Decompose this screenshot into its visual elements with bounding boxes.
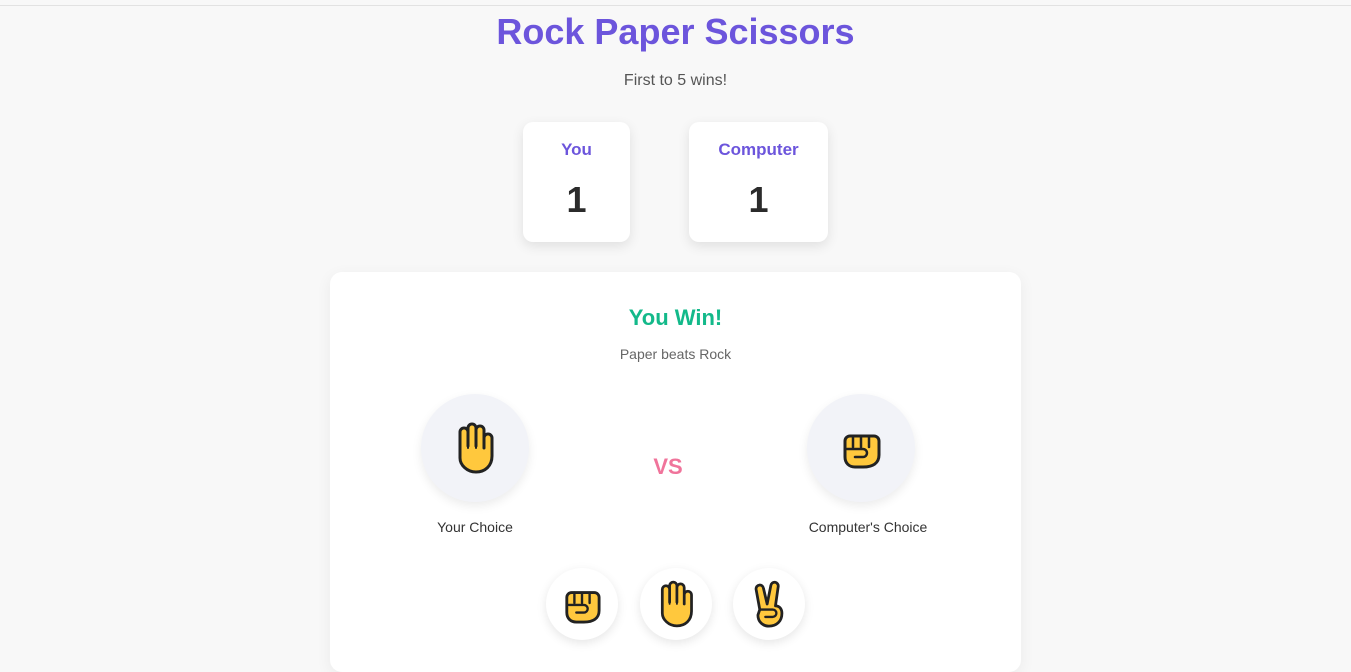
computer-score-value: 1 (748, 179, 769, 220)
top-divider (0, 5, 1351, 6)
vs-label: VS (653, 454, 683, 479)
raised-fist-icon (563, 584, 601, 624)
page-title: Rock Paper Scissors (496, 11, 855, 52)
paper-button[interactable] (640, 568, 712, 640)
player-choice-label: Your Choice (437, 519, 513, 535)
player-score-card: You 1 (523, 122, 630, 242)
game-panel: You Win! Paper beats Rock VS Your Choice… (330, 272, 1021, 672)
round-result: You Win! (628, 305, 723, 330)
computer-score-card: Computer 1 (689, 122, 828, 242)
computer-choice-label: Computer's Choice (808, 519, 928, 535)
round-result-detail: Paper beats Rock (619, 346, 732, 362)
victory-hand-icon (751, 580, 787, 628)
computer-choice-display (807, 394, 915, 502)
raised-hand-icon (655, 580, 697, 628)
player-score-value: 1 (566, 179, 587, 220)
player-choice-display (421, 394, 529, 502)
scissors-button[interactable] (733, 568, 805, 640)
rock-button[interactable] (546, 568, 618, 640)
player-score-label: You (561, 140, 592, 159)
raised-hand-icon (452, 422, 498, 474)
page-subtitle: First to 5 wins! (623, 72, 728, 89)
computer-score-label: Computer (718, 140, 799, 159)
raised-fist-icon (841, 427, 881, 469)
